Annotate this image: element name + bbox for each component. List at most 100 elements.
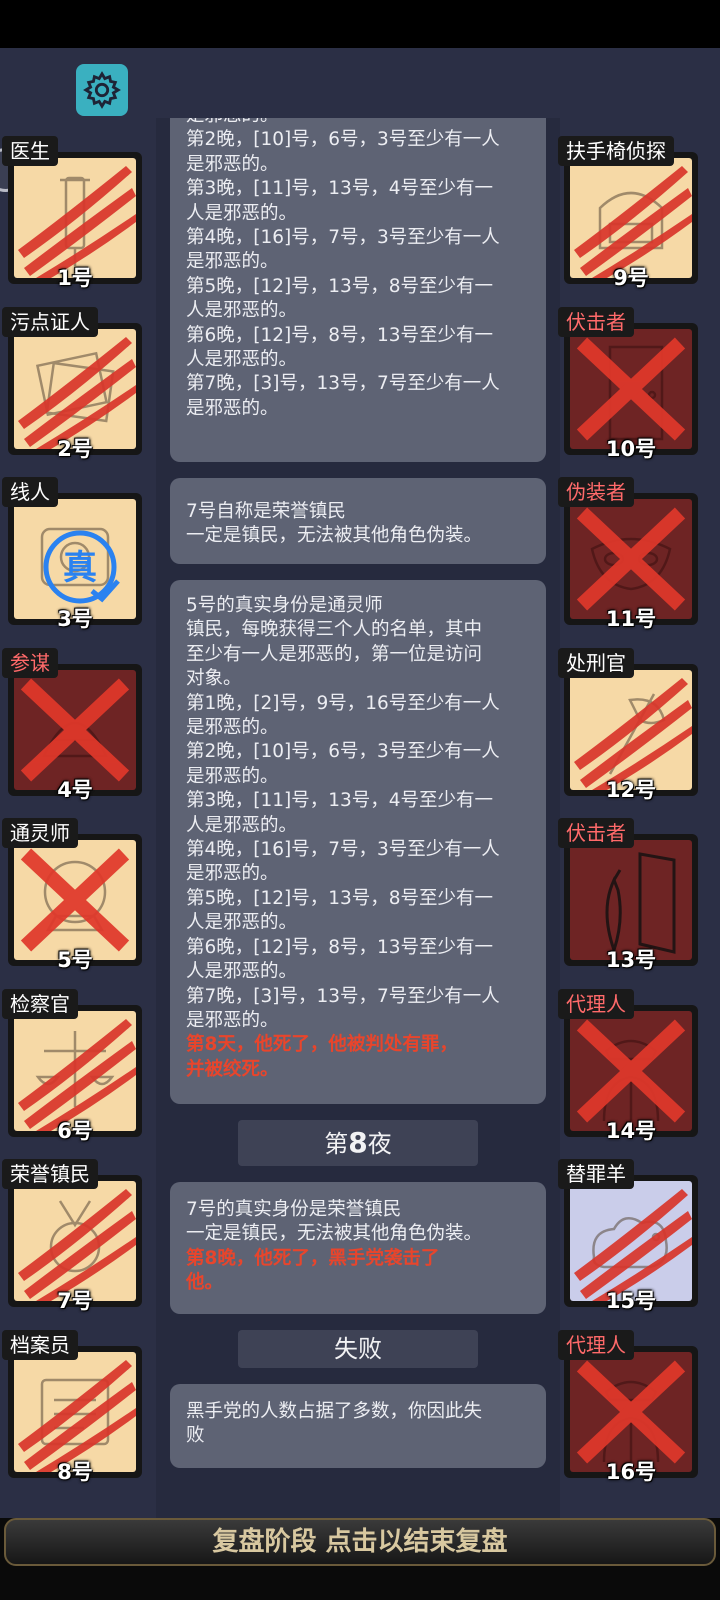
role-label: 参谋	[2, 648, 58, 678]
role-portrait	[14, 1352, 136, 1472]
role-label: 医生	[2, 136, 58, 166]
player-number: 10号	[605, 437, 657, 461]
player-tile[interactable]: 污点证人 2号	[2, 307, 142, 469]
player-number: 15号	[605, 1289, 657, 1313]
log-line: 一定是镇民，无法被其他角色伪装。	[186, 1223, 483, 1245]
player-number: 14号	[605, 1119, 657, 1143]
player-tile[interactable]: 真 线人 3号	[2, 477, 142, 639]
player-tile[interactable]: 通灵师 5号	[2, 818, 142, 980]
player-number: 12号	[605, 778, 657, 802]
role-portrait	[14, 840, 136, 960]
log-line: 是邪恶的。	[186, 397, 279, 419]
player-tile[interactable]: 档案员 8号	[2, 1330, 142, 1492]
cross-mark-icon	[576, 337, 686, 441]
player-tile[interactable]: 代理人 16号	[558, 1330, 698, 1492]
player-number: 4号	[57, 778, 93, 802]
log-line: 第1晚，[2]号，9号，16号至少有一人	[186, 692, 500, 714]
log-line: 第2晚，[10]号，6号，3号至少有一人	[186, 741, 500, 763]
night-header: 第8夜	[238, 1120, 478, 1166]
log-line: 第6晚，[12]号，8号，13号至少有一	[186, 936, 494, 958]
log-line: 黑手党的人数占据了多数，你因此失	[186, 1401, 483, 1422]
bottom-bar: 复盘阶段 点击以结束复盘	[0, 1518, 720, 1600]
log-line: 是邪恶的。	[186, 717, 279, 739]
player-tile[interactable]: 伏击者 10号	[558, 307, 698, 469]
log-line: 镇民，每晚获得三个人的名单，其中	[186, 619, 483, 641]
log-line: 5号的真实身份是通灵师	[186, 595, 383, 616]
player-tile[interactable]: 参谋 4号	[2, 648, 142, 810]
player-tile[interactable]: 荣誉镇民 7号	[2, 1159, 142, 1321]
player-tile[interactable]: 代理人 14号	[558, 989, 698, 1151]
claw-slash-icon	[574, 166, 692, 278]
player-tile[interactable]: 医生 1号	[2, 136, 142, 298]
player-tile[interactable]: 检察官 6号	[2, 989, 142, 1151]
cross-mark-icon	[576, 507, 686, 611]
role-portrait	[570, 1352, 692, 1472]
player-number: 9号	[613, 266, 649, 290]
cross-mark-icon	[576, 1019, 686, 1123]
night-number: 8	[348, 1126, 368, 1159]
player-number: 13号	[605, 948, 657, 972]
log-line: 至少有一人是邪恶的，第一位是访问	[186, 643, 483, 665]
role-portrait	[570, 499, 692, 619]
role-label: 替罪羊	[558, 1159, 634, 1189]
claw-slash-icon	[574, 678, 692, 790]
player-number: 2号	[57, 437, 93, 461]
night-header-prefix: 第	[324, 1130, 349, 1158]
role-portrait	[570, 158, 692, 278]
role-label: 线人	[2, 477, 58, 507]
player-tile[interactable]: 伪装者 11号	[558, 477, 698, 639]
player-number: 5号	[57, 948, 93, 972]
death-line: 他。	[186, 1272, 224, 1294]
role-label: 伏击者	[558, 307, 634, 337]
log-line: 是邪恶的。	[186, 153, 279, 175]
player-number: 16号	[605, 1460, 657, 1484]
death-line: 第8天，他死了，他被判处有罪，	[186, 1034, 458, 1056]
night-header-suffix: 夜	[367, 1130, 392, 1158]
claw-slash-icon	[18, 166, 136, 278]
gear-icon	[83, 71, 121, 109]
log-line: 第4晚，[16]号，7号，3号至少有一人	[186, 839, 500, 861]
log-line: 第3晚，[11]号，13号，4号至少有一	[186, 178, 494, 200]
log-card: 7号自称是荣誉镇民 一定是镇民，无法被其他角色伪装。	[170, 478, 546, 564]
role-portrait	[14, 670, 136, 790]
log-line: 第5晚，[12]号，13号，8号至少有一	[186, 887, 494, 909]
log-line: 对象。	[186, 668, 242, 690]
claw-slash-icon	[574, 1189, 692, 1301]
role-portrait	[570, 840, 692, 960]
log-line: 人是邪恶的。	[186, 912, 298, 934]
role-label: 伪装者	[558, 477, 634, 507]
player-number: 8号	[57, 1460, 93, 1484]
door-knife-icon	[605, 852, 676, 955]
log-line: 第6晚，[12]号，8号，13号至少有一	[186, 324, 494, 346]
log-line: 人是邪恶的。	[186, 300, 298, 322]
player-number: 6号	[57, 1119, 93, 1143]
end-review-button[interactable]: 复盘阶段 点击以结束复盘	[4, 1518, 716, 1566]
player-tile[interactable]: 处刑官 12号	[558, 648, 698, 810]
player-number: 1号	[57, 266, 93, 290]
role-label: 污点证人	[2, 307, 98, 337]
log-line: 第5晚，[12]号，13号，8号至少有一	[186, 275, 494, 297]
role-portrait	[14, 1011, 136, 1131]
log-line: 是邪恶的。	[186, 118, 532, 128]
log-line: 第4晚，[16]号，7号，3号至少有一人	[186, 227, 500, 249]
claw-slash-icon	[18, 1360, 136, 1472]
role-label: 通灵师	[2, 818, 78, 848]
role-portrait	[570, 1181, 692, 1301]
player-tile[interactable]: 伏击者 13号	[558, 818, 698, 980]
log-card: 5号的真实身份是通灵师镇民，每晚获得三个人的名单，其中 至少有一人是邪恶的，第一位…	[170, 580, 546, 1104]
status-bar	[0, 0, 720, 48]
log-line: 7号自称是荣誉镇民	[186, 501, 346, 522]
settings-button[interactable]	[76, 64, 128, 116]
player-tile[interactable]: 扶手椅侦探 9号	[558, 136, 698, 298]
log-card: 是邪恶的。第2晚，[10]号，6号，3号至少有一人是邪恶的。第3晚，[11]号，…	[170, 118, 546, 462]
role-label: 代理人	[558, 1330, 634, 1360]
log-line: 人是邪恶的。	[186, 961, 298, 983]
player-number: 11号	[605, 607, 657, 631]
role-label: 扶手椅侦探	[558, 136, 674, 166]
role-portrait	[14, 329, 136, 449]
game-log[interactable]: 是邪恶的。第2晚，[10]号，6号，3号至少有一人是邪恶的。第3晚，[11]号，…	[156, 118, 560, 1518]
log-line: 是邪恶的。	[186, 863, 279, 885]
log-line: 是邪恶的。	[186, 251, 279, 273]
role-portrait	[570, 329, 692, 449]
player-tile[interactable]: 替罪羊 15号	[558, 1159, 698, 1321]
